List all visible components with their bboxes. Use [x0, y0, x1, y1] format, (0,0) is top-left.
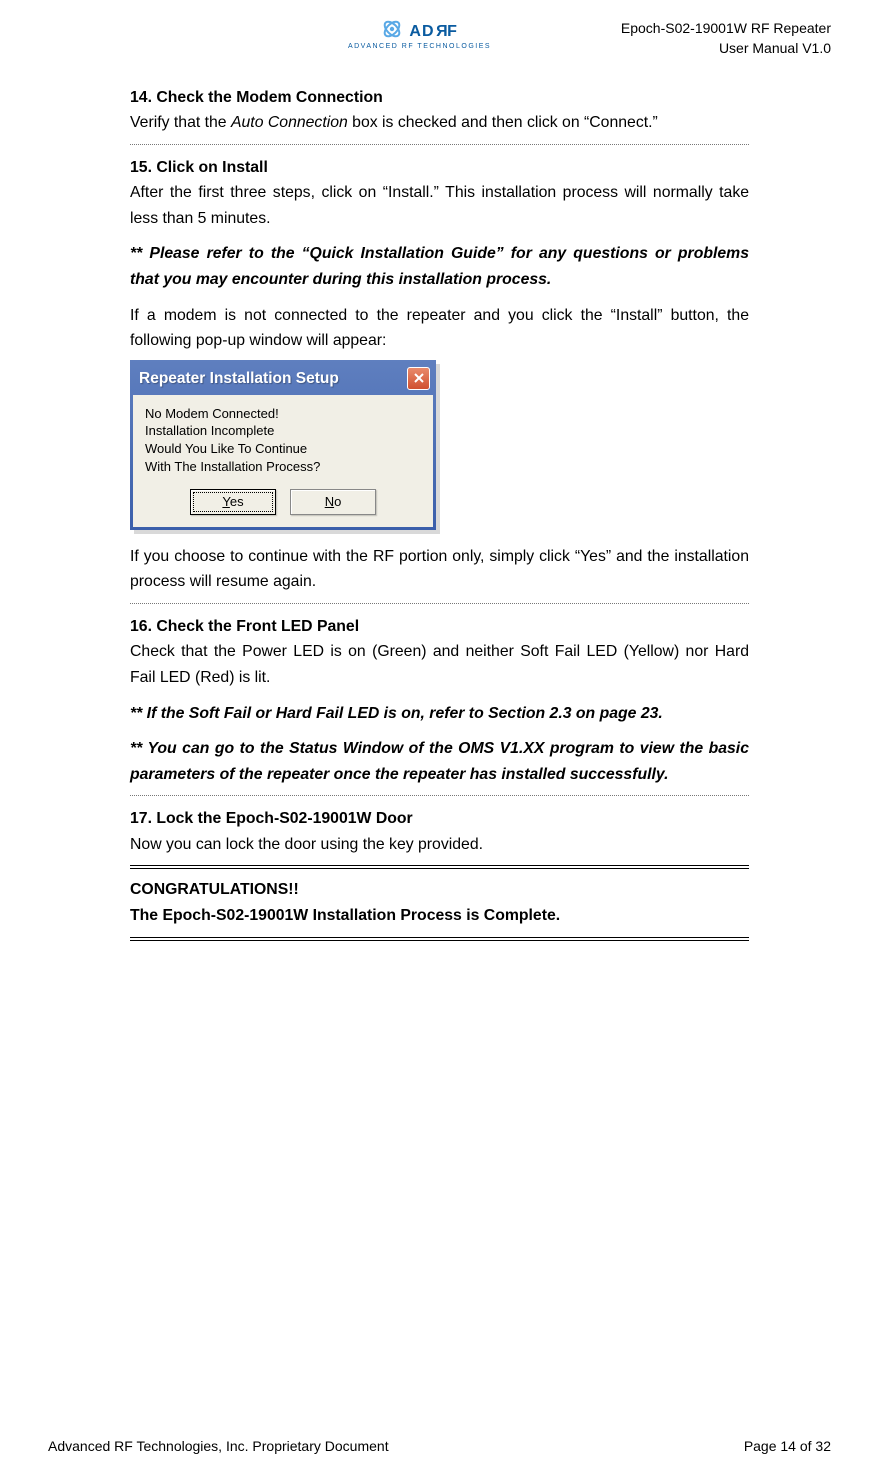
- close-button[interactable]: [407, 367, 430, 390]
- logo: ADRF ADVANCED RF TECHNOLOGIES: [348, 18, 491, 50]
- dialog-titlebar: Repeater Installation Setup: [133, 363, 433, 395]
- congrats-line1: CONGRATULATIONS!!: [130, 877, 749, 903]
- logo-subtext: ADVANCED RF TECHNOLOGIES: [348, 43, 491, 50]
- step-16-note1: ** If the Soft Fail or Hard Fail LED is …: [130, 701, 749, 727]
- step-14-body: Verify that the Auto Connection box is c…: [130, 110, 749, 136]
- congrats-block: CONGRATULATIONS!! The Epoch-S02-19001W I…: [130, 877, 749, 928]
- step-15-head: 15. Click on Install: [130, 155, 749, 181]
- dialog-title: Repeater Installation Setup: [139, 366, 407, 391]
- divider: [130, 603, 749, 604]
- logo-icon: [381, 27, 407, 44]
- step-15-body3: If you choose to continue with the RF po…: [130, 544, 749, 595]
- page-footer: Advanced RF Technologies, Inc. Proprieta…: [48, 1438, 831, 1454]
- header-meta: Epoch-S02-19001W RF Repeater User Manual…: [601, 18, 831, 59]
- step-16-body: Check that the Power LED is on (Green) a…: [130, 639, 749, 690]
- divider: [130, 144, 749, 145]
- close-icon: [414, 373, 424, 383]
- dialog-buttons: Yes No: [145, 489, 421, 515]
- step-16-head: 16. Check the Front LED Panel: [130, 614, 749, 640]
- step-17: 17. Lock the Epoch-S02-19001W Door Now y…: [130, 806, 749, 857]
- dialog-line3: Would You Like To Continue: [145, 440, 421, 458]
- step-16: 16. Check the Front LED Panel Check that…: [130, 614, 749, 787]
- logo-area: ADRF ADVANCED RF TECHNOLOGIES: [48, 18, 601, 53]
- step-15-body1: After the first three steps, click on “I…: [130, 180, 749, 231]
- page-body: 14. Check the Modem Connection Verify th…: [48, 85, 831, 1430]
- step-16-note2: ** You can go to the Status Window of th…: [130, 736, 749, 787]
- dialog-line1: No Modem Connected!: [145, 405, 421, 423]
- footer-right: Page 14 of 32: [744, 1438, 831, 1454]
- yes-button[interactable]: Yes: [190, 489, 276, 515]
- step-14-head: 14. Check the Modem Connection: [130, 85, 749, 111]
- double-rule: [130, 865, 749, 869]
- step-17-body: Now you can lock the door using the key …: [130, 832, 749, 858]
- logo-text: ADRF: [409, 23, 457, 40]
- page-header: ADRF ADVANCED RF TECHNOLOGIES Epoch-S02-…: [48, 18, 831, 59]
- step-15-note: ** Please refer to the “Quick Installati…: [130, 241, 749, 292]
- dialog-line4: With The Installation Process?: [145, 458, 421, 476]
- congrats-line2: The Epoch-S02-19001W Installation Proces…: [130, 903, 749, 929]
- double-rule: [130, 937, 749, 941]
- no-button[interactable]: No: [290, 489, 376, 515]
- doc-version: User Manual V1.0: [601, 38, 831, 58]
- step-17-head: 17. Lock the Epoch-S02-19001W Door: [130, 806, 749, 832]
- footer-left: Advanced RF Technologies, Inc. Proprieta…: [48, 1438, 389, 1454]
- dialog-line2: Installation Incomplete: [145, 422, 421, 440]
- doc-title: Epoch-S02-19001W RF Repeater: [601, 18, 831, 38]
- step-14: 14. Check the Modem Connection Verify th…: [130, 85, 749, 136]
- step-15: 15. Click on Install After the first thr…: [130, 155, 749, 595]
- step-15-body2: If a modem is not connected to the repea…: [130, 303, 749, 354]
- dialog-window: Repeater Installation Setup No Modem Con…: [130, 360, 436, 530]
- divider: [130, 795, 749, 796]
- dialog-body: No Modem Connected! Installation Incompl…: [133, 395, 433, 527]
